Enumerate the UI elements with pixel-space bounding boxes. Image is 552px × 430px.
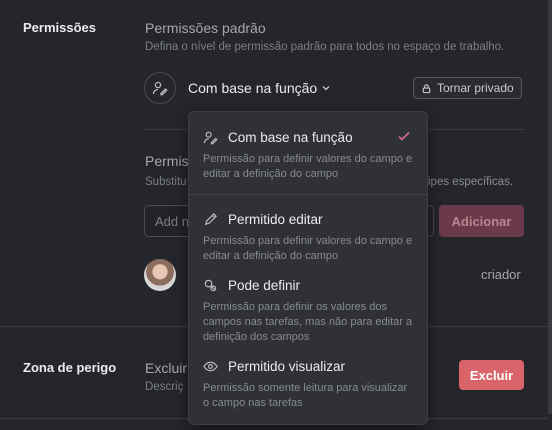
menu-item-role-based[interactable]: Com base na função Permissão para defini… <box>189 127 427 182</box>
chevron-down-icon <box>322 86 330 91</box>
specific-permissions-desc-right: ipes específicas. <box>428 176 514 188</box>
role-select-label: Com base na função <box>188 80 318 96</box>
role-based-icon <box>203 131 218 144</box>
avatar <box>144 259 176 291</box>
check-icon <box>398 131 410 141</box>
can-set-icon <box>204 279 217 291</box>
menu-item-description: Permissão para definir os valores dos ca… <box>203 301 413 343</box>
menu-item-can-set[interactable]: Pode definir Permissão para definir os v… <box>189 275 427 345</box>
menu-item-label: Pode definir <box>228 277 301 293</box>
add-button[interactable]: Adicionar <box>439 205 524 237</box>
add-button-label: Adicionar <box>451 213 512 229</box>
default-permissions-description: Defina o nível de permissão padrão para … <box>145 41 505 53</box>
role-based-icon <box>144 72 176 104</box>
default-permissions-title: Permissões padrão <box>145 20 266 36</box>
menu-item-description: Permissão para definir valores do campo … <box>203 153 413 180</box>
menu-item-label: Permitido visualizar <box>228 358 346 374</box>
menu-item-label: Permitido editar <box>228 211 323 227</box>
make-private-label: Tornar privado <box>437 81 514 95</box>
menu-item-can-view[interactable]: Permitido visualizar Permissão somente l… <box>189 356 427 411</box>
scrollbar[interactable] <box>548 0 552 414</box>
delete-button-label: Excluir <box>469 367 514 383</box>
menu-item-description: Permissão para definir valores do campo … <box>203 235 413 262</box>
menu-item-can-edit[interactable]: Permitido editar Permissão para definir … <box>189 209 427 264</box>
specific-permissions-desc-left: Substitu <box>145 176 187 188</box>
role-select-button[interactable]: Com base na função <box>188 80 331 96</box>
delete-title: Excluir <box>145 360 188 376</box>
pencil-icon <box>204 212 217 225</box>
delete-button[interactable]: Excluir <box>459 360 524 390</box>
danger-zone-label: Zona de perigo <box>23 360 117 375</box>
lock-icon <box>422 83 431 93</box>
permissions-section-label: Permissões <box>23 20 96 35</box>
delete-description: Descriç <box>145 381 184 393</box>
menu-separator <box>189 194 427 195</box>
menu-item-label: Com base na função <box>228 129 353 145</box>
make-private-button[interactable]: Tornar privado <box>413 77 522 99</box>
role-dropdown-menu: Com base na função Permissão para defini… <box>188 111 428 425</box>
menu-item-description: Permissão somente leitura para visualiza… <box>203 382 408 409</box>
member-role-label: criador <box>481 267 521 282</box>
add-member-placeholder: Add n <box>155 213 189 229</box>
eye-icon <box>203 361 218 371</box>
